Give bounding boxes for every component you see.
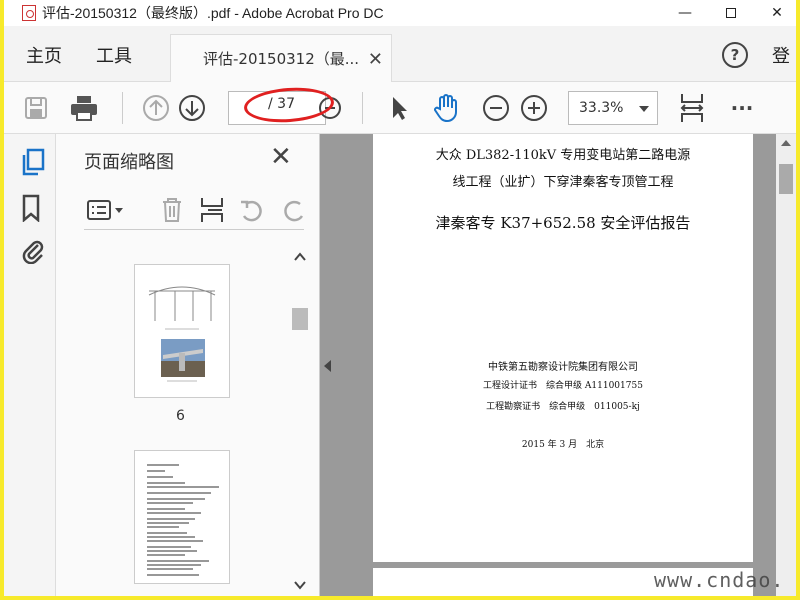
doc-survey-certificate: 工程勘察证书 综合甲级 011005-kj [486, 402, 640, 412]
thumbnail-panel: 页面缩略图 ✕ 6 [56, 134, 320, 600]
tab-document[interactable]: 评估-20150312（最... ✕ [170, 34, 392, 82]
prev-page-icon[interactable] [140, 92, 172, 124]
options-icon[interactable] [86, 196, 123, 224]
delete-icon[interactable] [158, 196, 186, 224]
tab-document-label: 评估-20150312（最... [203, 50, 360, 68]
acrobat-icon [22, 5, 36, 21]
save-icon[interactable] [20, 92, 52, 124]
doc-title-line-1: 大众 DL382-110kV 专用变电站第二路电源 [435, 148, 691, 163]
title-bar: 评估-20150312（最终版）.pdf - Adobe Acrobat Pro… [0, 0, 800, 26]
navigation-rail [4, 134, 56, 600]
fit-page-icon[interactable] [676, 92, 708, 124]
maximize-button[interactable] [708, 0, 754, 26]
doc-company: 中铁第五勘察设计院集团有限公司 [488, 362, 638, 373]
scrollbar-thumb[interactable] [779, 164, 793, 194]
hand-icon[interactable] [430, 92, 462, 124]
insert-icon[interactable] [198, 196, 226, 224]
tab-bar: 主页 工具 评估-20150312（最... ✕ ? 登 [0, 26, 800, 82]
zoom-out-icon[interactable] [480, 92, 512, 124]
collapse-panel-icon[interactable] [324, 360, 331, 372]
help-icon[interactable]: ? [722, 42, 748, 68]
close-tab-button[interactable]: ✕ [368, 49, 383, 70]
zoom-select[interactable]: 33.3% [568, 91, 658, 125]
maximize-icon [726, 8, 736, 18]
window-controls: — ✕ [662, 0, 800, 26]
close-window-button[interactable]: ✕ [754, 0, 800, 26]
zoom-value: 33.3% [579, 100, 624, 116]
thumbnail-page[interactable] [134, 264, 230, 398]
watermark: www.cndao. [654, 568, 785, 592]
rotate-right-icon[interactable] [280, 196, 308, 224]
zoom-in-icon[interactable] [518, 92, 550, 124]
document-page: 大众 DL382-110kV 专用变电站第二路电源 线工程（业扩）下穿津秦客专顶… [373, 134, 753, 562]
doc-design-certificate: 工程设计证书 综合甲级 A111001755 [483, 381, 643, 391]
scroll-up-icon[interactable] [781, 140, 791, 146]
thumbnail-scrollbar[interactable] [290, 244, 310, 596]
doc-report-title: 津秦客专 K37+652.58 安全评估报告 [435, 214, 691, 232]
panel-title: 页面缩略图 [84, 152, 174, 173]
doc-date: 2015 年 3 月 北京 [521, 440, 605, 450]
bookmark-icon[interactable] [20, 194, 46, 223]
window-title: 评估-20150312（最终版）.pdf - Adobe Acrobat Pro… [42, 5, 384, 21]
tab-tools[interactable]: 工具 [96, 42, 132, 68]
thumbnail-page-number: 6 [176, 408, 185, 424]
document-view[interactable]: 大众 DL382-110kV 专用变电站第二路电源 线工程（业扩）下穿津秦客专顶… [320, 134, 796, 600]
scrollbar-thumb[interactable] [292, 308, 308, 330]
toolbar-divider [362, 92, 363, 124]
doc-title-line-2: 线工程（业扩）下穿津秦客专顶管工程 [452, 175, 674, 190]
thumbnail-page[interactable] [134, 450, 230, 584]
next-page-icon[interactable] [176, 92, 208, 124]
more-icon[interactable]: ··· [726, 92, 758, 124]
toolbar-divider [122, 92, 123, 124]
attachment-icon[interactable] [20, 236, 46, 265]
login-button[interactable]: 登 [772, 42, 790, 68]
print-icon[interactable] [68, 92, 100, 124]
minimize-button[interactable]: — [662, 0, 708, 26]
thumbnail-list: 6 [66, 244, 302, 596]
rotate-left-icon[interactable] [238, 196, 266, 224]
document-scrollbar[interactable] [776, 134, 796, 600]
thumbnails-icon[interactable] [20, 148, 46, 176]
select-arrow-icon[interactable] [382, 92, 414, 124]
panel-toolbar [84, 190, 304, 230]
tab-home[interactable]: 主页 [26, 42, 62, 68]
close-panel-button[interactable]: ✕ [270, 142, 292, 172]
chevron-down-icon [639, 106, 649, 112]
toolbar: 33.3% ··· [0, 82, 800, 134]
